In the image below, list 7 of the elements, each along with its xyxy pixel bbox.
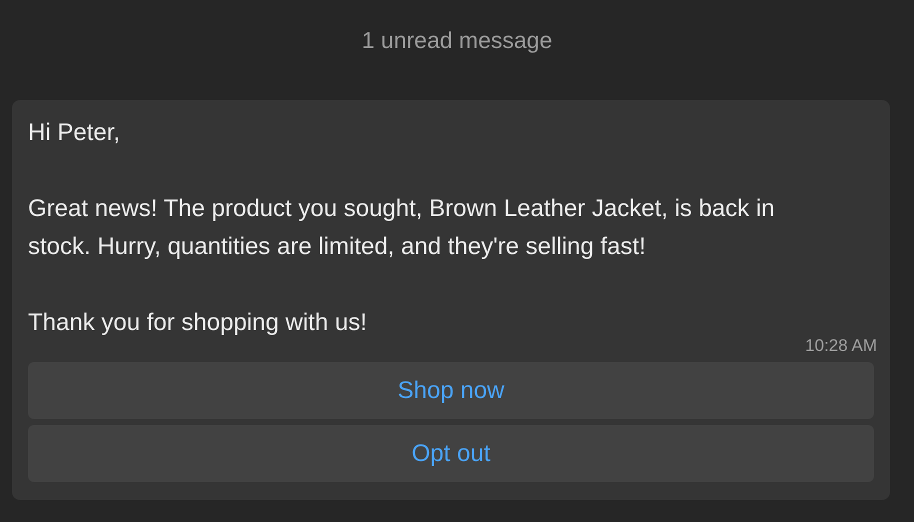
message-text: Hi Peter, xyxy=(28,118,122,148)
unread-label: 1 unread message xyxy=(362,26,552,54)
reply-button[interactable]: Shop now xyxy=(28,362,874,419)
reply-button[interactable]: Opt out xyxy=(28,425,874,482)
message-text: Thank you for shopping with us! xyxy=(28,308,368,338)
message-time: 10:28 AM xyxy=(805,336,877,356)
message-text: Great news! The product you sought, Brown Leather Jacket, is back in stock. Hurry, quantities are limited, and they're selling fast! xyxy=(28,194,776,262)
